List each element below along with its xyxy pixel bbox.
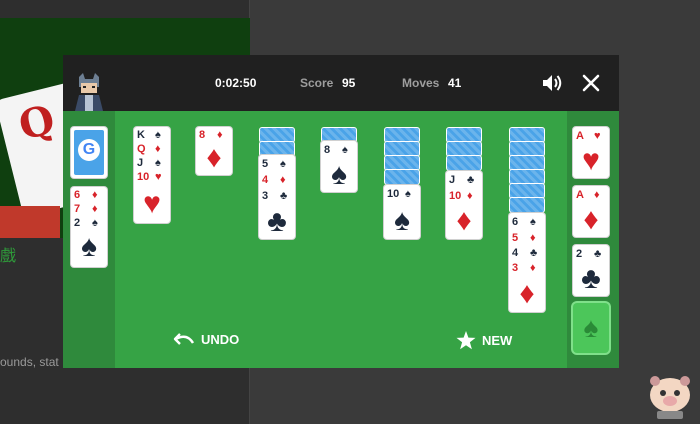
foundation-pile-3[interactable]: 2 ♣ ♣ xyxy=(573,245,609,296)
card-rank: 4 xyxy=(512,247,519,259)
card-big-suit: ♠ xyxy=(394,204,410,237)
card-rank: A xyxy=(576,130,584,142)
undo-icon xyxy=(173,333,195,345)
card-rank: 5 xyxy=(512,232,519,244)
card-suit: ♦ xyxy=(467,190,473,202)
tableau-pile-5[interactable]: 10 ♠ ♠ xyxy=(384,185,420,239)
tableau-pile-3[interactable]: 5 ♠ 4 ♦ 3 ♣ ♣ xyxy=(259,155,295,239)
card-back xyxy=(509,197,545,213)
foundation-pile-2[interactable]: A ♦ ♦ xyxy=(573,186,609,237)
game-header: 0:02:50 Score 95 Moves 41 xyxy=(63,55,619,111)
spade-placeholder-icon: ♠ xyxy=(583,312,599,343)
card-big-suit: ♦ xyxy=(206,141,222,174)
new-game-button[interactable]: NEW xyxy=(456,331,512,350)
card-rank: Q xyxy=(137,143,146,155)
card-suit: ♠ xyxy=(280,158,286,170)
card-suit: ♣ xyxy=(280,190,288,202)
card-rank: 10 xyxy=(387,188,400,200)
undo-button[interactable]: UNDO xyxy=(173,331,239,347)
card-suit: ♦ xyxy=(530,262,536,274)
background-art-red xyxy=(0,206,60,238)
tableau-pile-4[interactable]: 8 ♠ ♠ xyxy=(321,141,357,192)
card-rank: 3 xyxy=(512,262,519,274)
card-back xyxy=(384,169,420,185)
card-rank: 6 xyxy=(512,216,519,228)
card-rank: J xyxy=(137,157,144,169)
card-rank: 8 xyxy=(199,129,206,141)
card-big-suit: ♦ xyxy=(583,203,599,236)
waste-pile[interactable]: 6 ♦ 7 ♦ 2 ♠ ♠ xyxy=(71,187,107,267)
card-rank: 8 xyxy=(324,144,331,156)
card-suit: ♠ xyxy=(155,129,161,141)
card-rank: 7 xyxy=(74,203,81,215)
card-rank: 2 xyxy=(576,248,583,260)
foundation-pile-1[interactable]: A ♥ ♥ xyxy=(573,127,609,178)
background-text-cn: 戲 xyxy=(0,248,17,265)
card-suit: ♦ xyxy=(92,189,98,201)
avatar-icon[interactable] xyxy=(71,71,107,111)
card-rank: 2 xyxy=(74,217,81,229)
card-suit: ♣ xyxy=(467,174,475,186)
card-rank: A xyxy=(576,189,584,201)
card-suit: ♠ xyxy=(342,144,348,156)
card-suit: ♣ xyxy=(594,248,602,260)
foundation-pile-4-empty[interactable]: ♠ xyxy=(573,303,609,353)
card-big-suit: ♣ xyxy=(267,205,287,238)
moves-value: 41 xyxy=(448,76,462,90)
card-suit: ♦ xyxy=(530,232,536,244)
card-suit: ♦ xyxy=(280,174,286,186)
card-suit: ♣ xyxy=(530,247,538,259)
tableau-pile-6[interactable]: J ♣ 10 ♦ ♦ xyxy=(446,171,482,239)
card-suit: ♠ xyxy=(405,188,411,200)
score-label: Score xyxy=(300,76,334,90)
card-big-suit: ♠ xyxy=(331,158,347,191)
card-suit: ♦ xyxy=(155,143,161,155)
score-value: 95 xyxy=(342,76,356,90)
card-rank: 3 xyxy=(262,190,269,202)
card-big-suit: ♥ xyxy=(143,187,161,220)
card-rank: J xyxy=(449,174,456,186)
card-back xyxy=(446,155,482,171)
background-text-snippet: ounds, stat xyxy=(0,355,59,369)
card-big-suit: ♠ xyxy=(81,230,97,263)
card-suit: ♥ xyxy=(155,171,162,183)
tableau-pile-2[interactable]: 8 ♦ ♦ xyxy=(196,127,232,175)
close-icon[interactable] xyxy=(579,71,603,95)
stock-pile[interactable]: G xyxy=(71,127,107,178)
card-suit: ♠ xyxy=(530,216,536,228)
solitaire-game: 0:02:50 Score 95 Moves 41 G 6 ♦ 7 ♦ 2 ♠ … xyxy=(63,55,619,368)
mascot-watermark-icon xyxy=(650,376,690,419)
card-suit: ♦ xyxy=(594,189,600,201)
card-rank: 10 xyxy=(449,190,462,202)
card-rank: 5 xyxy=(262,158,269,170)
star-icon xyxy=(456,331,476,350)
undo-label: UNDO xyxy=(201,331,240,347)
volume-icon[interactable] xyxy=(540,71,564,95)
card-suit: ♠ xyxy=(92,217,98,229)
card-big-suit: ♥ xyxy=(582,144,600,177)
card-big-suit: ♦ xyxy=(519,277,535,310)
card-rank: 4 xyxy=(262,174,269,186)
card-suit: ♠ xyxy=(155,157,161,169)
card-suit: ♦ xyxy=(217,129,223,141)
new-label: NEW xyxy=(482,333,513,348)
tableau-pile-7[interactable]: 6 ♠ 5 ♦ 4 ♣ 3 ♦ ♦ xyxy=(509,213,545,312)
card-rank: 6 xyxy=(74,189,81,201)
card-rank: 10 xyxy=(137,171,150,183)
tableau-pile-1[interactable]: K ♠ Q ♦ J ♠ 10 ♥ ♥ xyxy=(134,127,170,223)
card-big-suit: ♣ xyxy=(581,262,601,295)
card-rank: K xyxy=(137,129,145,141)
timer: 0:02:50 xyxy=(215,76,257,90)
card-big-suit: ♦ xyxy=(456,204,472,237)
card-suit: ♥ xyxy=(594,130,601,142)
google-logo: G xyxy=(82,141,96,158)
card-suit: ♦ xyxy=(92,203,98,215)
moves-label: Moves xyxy=(402,76,440,90)
